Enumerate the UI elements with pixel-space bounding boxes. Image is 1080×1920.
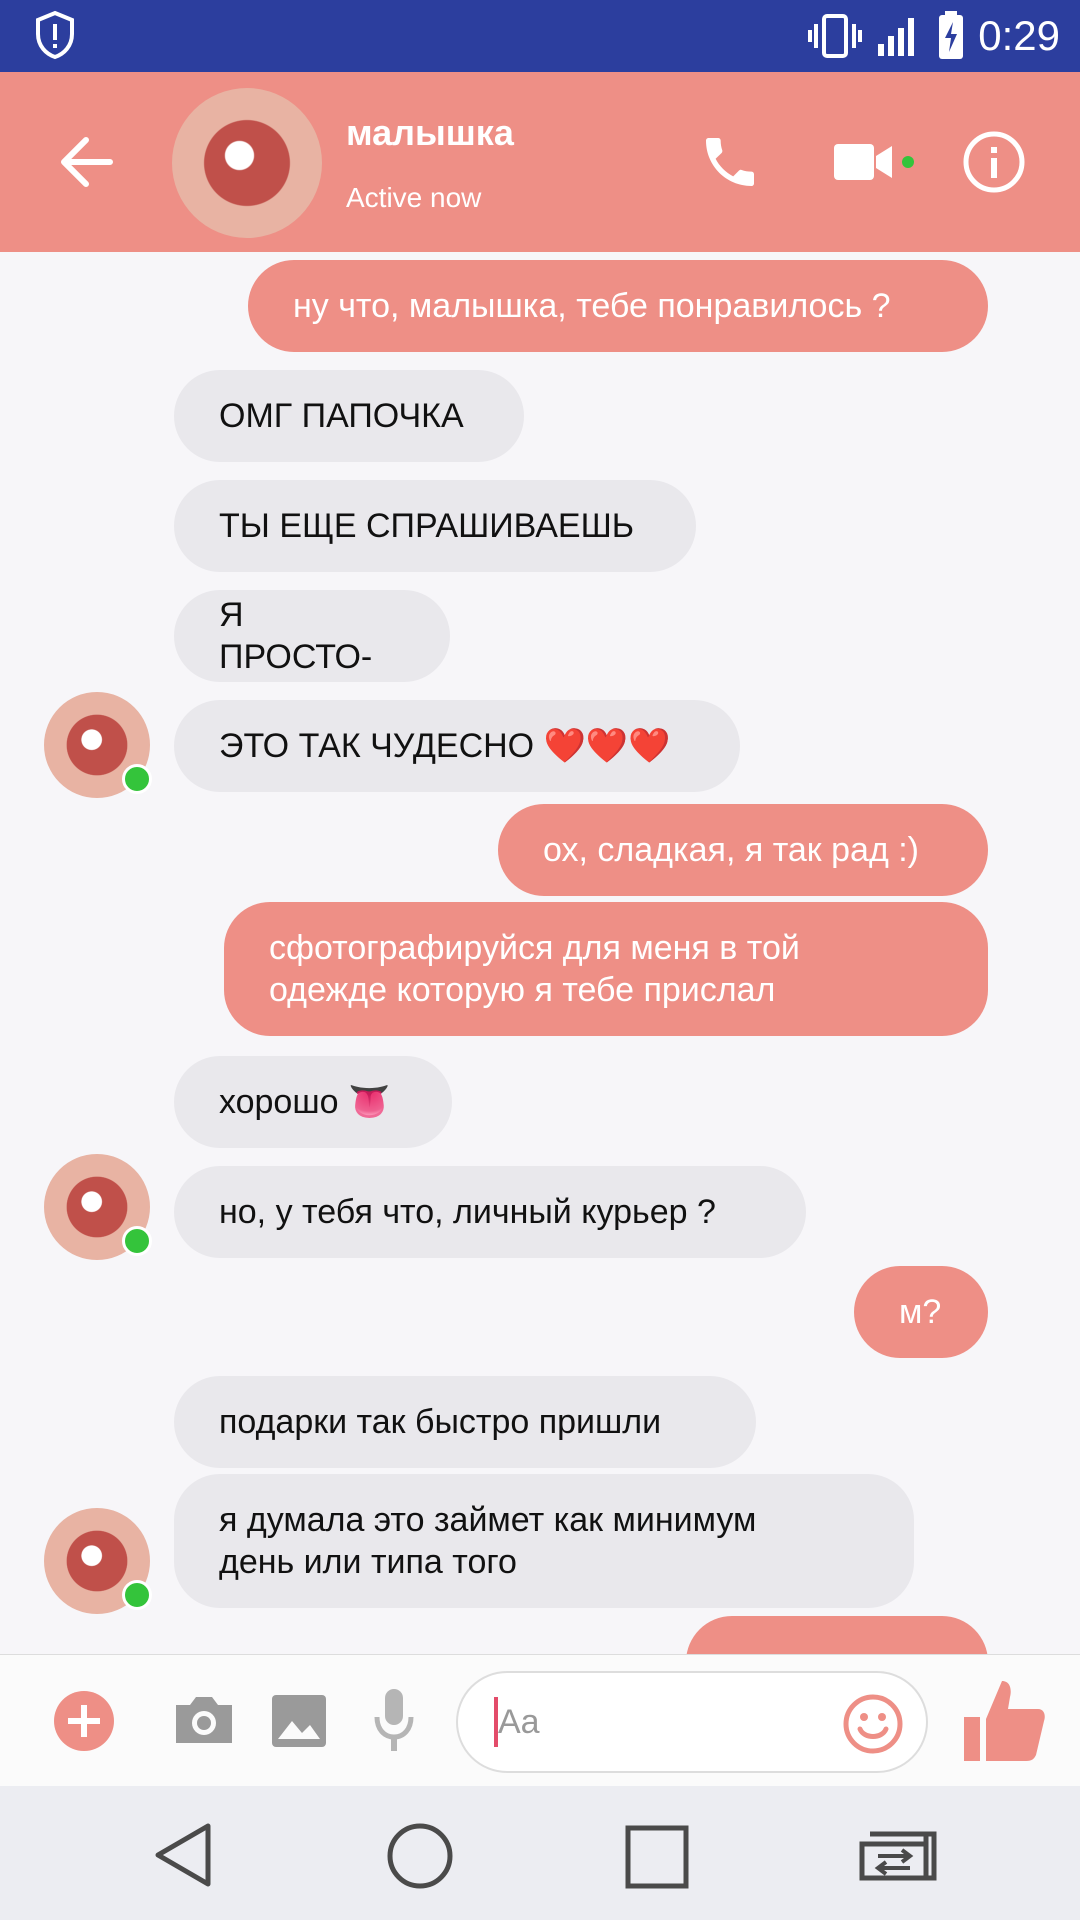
chat-header: малышка Active now: [0, 72, 1080, 252]
message-input-placeholder: Aa: [498, 1703, 540, 1741]
thumbs-up-icon[interactable]: [960, 1677, 1048, 1765]
message-bubble-incoming[interactable]: Я ПРОСТО-: [174, 590, 450, 682]
status-bar: 0:29: [0, 0, 1080, 72]
message-bubble-incoming[interactable]: ОМГ ПАПОЧКА: [174, 370, 524, 462]
message-bubble-incoming[interactable]: хорошо 👅: [174, 1056, 452, 1148]
online-indicator: [122, 1580, 152, 1610]
shield-alert-icon: [36, 10, 74, 60]
contact-name[interactable]: малышка: [346, 112, 514, 154]
plus-icon[interactable]: [52, 1689, 116, 1753]
message-bubble-outgoing[interactable]: ох, сладкая, я так рад :): [498, 804, 988, 896]
video-online-dot: [902, 156, 914, 168]
message-bubble-outgoing[interactable]: сфотографируйся для меня в той одежде ко…: [224, 902, 988, 1036]
signal-icon: [878, 18, 914, 56]
home-circle-icon[interactable]: [386, 1822, 454, 1890]
emoji-icon[interactable]: [842, 1693, 904, 1755]
contact-avatar[interactable]: [172, 88, 322, 238]
video-call-icon[interactable]: [832, 140, 894, 184]
microphone-icon[interactable]: [372, 1687, 416, 1753]
back-triangle-icon[interactable]: [152, 1822, 214, 1888]
recents-square-icon[interactable]: [624, 1824, 690, 1890]
vibrate-icon: [808, 14, 862, 58]
message-bubble-outgoing[interactable]: ну что, малышка, тебе понравилось ?: [248, 260, 988, 352]
contact-status: Active now: [346, 182, 482, 213]
back-arrow-icon[interactable]: [58, 134, 114, 190]
message-input[interactable]: Aa: [456, 1671, 928, 1773]
system-navigation-bar: [0, 1786, 1080, 1920]
info-icon[interactable]: [962, 130, 1026, 194]
battery-charging-icon: [939, 11, 963, 59]
message-bubble-incoming[interactable]: но, у тебя что, личный курьер ?: [174, 1166, 806, 1258]
image-icon[interactable]: [270, 1693, 328, 1749]
message-bubble-incoming[interactable]: я думала это займет как минимум день или…: [174, 1474, 914, 1608]
online-indicator: [122, 1226, 152, 1256]
message-bubble-incoming[interactable]: ТЫ ЕЩЕ СПРАШИВАЕШЬ: [174, 480, 696, 572]
composer-bar: Aa: [0, 1654, 1080, 1787]
phone-icon[interactable]: [698, 130, 762, 194]
online-indicator: [122, 764, 152, 794]
switch-apps-icon[interactable]: [856, 1826, 940, 1886]
message-bubble-outgoing[interactable]: м?: [854, 1266, 988, 1358]
camera-icon[interactable]: [172, 1693, 236, 1747]
clock: 0:29: [978, 12, 1060, 59]
message-bubble-incoming[interactable]: ЭТО ТАК ЧУДЕСНО ❤️❤️❤️: [174, 700, 740, 792]
message-list[interactable]: ну что, малышка, тебе понравилось ? ОМГ …: [0, 252, 1080, 1676]
message-bubble-incoming[interactable]: подарки так быстро пришли: [174, 1376, 756, 1468]
